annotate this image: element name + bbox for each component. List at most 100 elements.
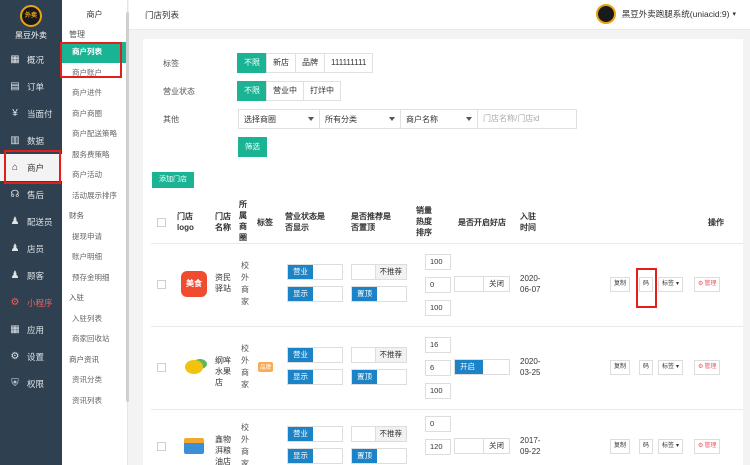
manage-button[interactable]: ⚙管理	[694, 439, 721, 454]
pin-toggle[interactable]: 置顶	[351, 369, 407, 385]
row-checkbox[interactable]	[157, 442, 166, 451]
good-store-toggle[interactable]: 开启	[454, 359, 510, 375]
sort-input[interactable]: 100	[425, 383, 451, 399]
status-filter-option[interactable]: 打烊中	[303, 81, 341, 101]
sort-input[interactable]: 100	[425, 300, 451, 316]
status-filter-option[interactable]: 不限	[237, 81, 267, 101]
sales-input[interactable]: 16	[425, 337, 451, 353]
qr-code-button[interactable]: 码	[639, 360, 654, 375]
sub-nav-item[interactable]: 服务费策略	[62, 145, 127, 166]
status-toggle[interactable]: 营业	[287, 426, 343, 442]
qr-code-button[interactable]: 码	[639, 439, 654, 454]
select-all-checkbox[interactable]	[157, 218, 166, 227]
status-toggle-on: 营业	[288, 265, 313, 279]
sub-nav-item[interactable]: 入驻列表	[62, 309, 127, 330]
nav-item-5[interactable]: ☊ 售后	[0, 181, 62, 208]
copy-button[interactable]: 复制	[610, 360, 631, 375]
status-toggle-on: 营业	[288, 427, 313, 441]
sub-group-news: 商户资讯	[69, 354, 99, 364]
tag-filter-option[interactable]: 不限	[237, 53, 267, 73]
sub-nav-item[interactable]: 商户账户	[62, 63, 127, 84]
nav-item-11[interactable]: ⚙ 设置	[0, 343, 62, 370]
sub-nav-item[interactable]: 预存金明细	[62, 268, 127, 289]
display-toggle[interactable]: 显示	[287, 286, 343, 302]
manage-button[interactable]: ⚙管理	[694, 360, 721, 375]
sub-nav-item[interactable]: 提现申请	[62, 227, 127, 248]
pin-toggle[interactable]: 置顶	[351, 286, 407, 302]
display-toggle-on: 显示	[288, 449, 313, 463]
sub-nav-item[interactable]: 资讯列表	[62, 391, 127, 412]
qr-code-button[interactable]: 码	[639, 277, 654, 292]
sub-nav-item[interactable]: 商户活动	[62, 165, 127, 186]
sub-nav-item[interactable]: 商户进件	[62, 83, 127, 104]
name-type-select[interactable]: 商户名称	[400, 109, 478, 129]
circle-select[interactable]: 选择商圈	[238, 109, 320, 129]
tag-filter-label: 标签	[163, 58, 179, 68]
good-store-toggle[interactable]: 关闭	[454, 276, 510, 292]
sales-input[interactable]: 0	[425, 416, 451, 432]
display-toggle[interactable]: 显示	[287, 369, 343, 385]
tag-filter-option[interactable]: 新店	[266, 53, 296, 73]
store-name[interactable]: 鑫物湃粮油店	[215, 434, 237, 465]
table-row: 纲哞水果店 校外商家 品牌 营业 显示 不推荐 置顶 16 6 100 开启 2020-03-25 复制…	[151, 326, 743, 409]
copy-button[interactable]: 复制	[610, 439, 631, 454]
recommend-toggle[interactable]: 不推荐	[351, 347, 407, 363]
search-input[interactable]: 门店名称/门店id	[477, 109, 577, 129]
filter-button[interactable]: 筛选	[238, 137, 267, 157]
gear-icon: ⚙	[698, 281, 704, 287]
row-checkbox[interactable]	[157, 280, 166, 289]
chart-icon: ▥	[10, 135, 20, 146]
nav-item-2[interactable]: ¥ 当面付	[0, 100, 62, 127]
nav-item-10[interactable]: ▦ 应用	[0, 316, 62, 343]
manage-button[interactable]: ⚙管理	[694, 277, 721, 292]
add-store-button[interactable]: 添加门店	[152, 172, 194, 188]
status-filter-option[interactable]: 营业中	[266, 81, 304, 101]
store-name[interactable]: 资民驿站	[215, 272, 237, 294]
nav-item-7[interactable]: ♟ 店员	[0, 235, 62, 262]
caret-down-icon	[466, 117, 472, 121]
nav-item-9[interactable]: ⚙ 小程序	[0, 289, 62, 316]
display-toggle[interactable]: 显示	[287, 448, 343, 464]
fruit-icon	[185, 360, 203, 374]
sub-nav-item[interactable]: 商户商圈	[62, 104, 127, 125]
sales-input[interactable]: 100	[425, 254, 451, 270]
nav-item-4[interactable]: ⌂ 商户	[0, 154, 62, 181]
row-checkbox[interactable]	[157, 363, 166, 372]
sub-nav-item[interactable]: 活动展示排序	[62, 186, 127, 207]
tag-dropdown-button[interactable]: 标签 ▾	[658, 277, 684, 292]
person-icon: ♟	[10, 243, 20, 254]
tag-filter-option[interactable]: 111111111	[324, 53, 374, 73]
sub-nav-item[interactable]: 账户明细	[62, 247, 127, 268]
nav-item-12[interactable]: ⛨ 权限	[0, 370, 62, 397]
sub-nav-item[interactable]: 资讯分类	[62, 370, 127, 391]
recommend-toggle[interactable]: 不推荐	[351, 426, 407, 442]
account-menu[interactable]: 黑豆外卖跑腿系统(uniacid:9) ▾	[595, 4, 736, 24]
good-store-toggle[interactable]: 关闭	[454, 438, 510, 454]
nav-item-3[interactable]: ▥ 数据	[0, 127, 62, 154]
heat-input[interactable]: 0	[425, 277, 451, 293]
status-toggle[interactable]: 营业	[287, 264, 343, 280]
tag-dropdown-button[interactable]: 标签 ▾	[658, 439, 684, 454]
tag-filter-option[interactable]: 品牌	[295, 53, 325, 73]
nav-item-1[interactable]: ▤ 订单	[0, 73, 62, 100]
nav-item-8[interactable]: ♟ 顾客	[0, 262, 62, 289]
sub-nav-item[interactable]: 商户配送策略	[62, 124, 127, 145]
sub-nav-item[interactable]: 商家回收站	[62, 329, 127, 350]
status-toggle[interactable]: 营业	[287, 347, 343, 363]
heat-input[interactable]: 120	[425, 439, 451, 455]
header-name: 门店名称	[215, 212, 231, 232]
manage-label: 管理	[704, 443, 717, 449]
copy-button[interactable]: 复制	[610, 277, 631, 292]
nav-item-6[interactable]: ♟ 配送员	[0, 208, 62, 235]
tag-dropdown-button[interactable]: 标签 ▾	[658, 360, 684, 375]
category-select[interactable]: 所有分类	[319, 109, 401, 129]
brand-badge: 品牌	[258, 362, 274, 372]
nav-item-0[interactable]: ▦ 概况	[0, 46, 62, 73]
pin-toggle[interactable]: 置顶	[351, 448, 407, 464]
store-name[interactable]: 纲哞水果店	[215, 355, 237, 388]
sub-nav-item[interactable]: 商户列表	[62, 42, 127, 63]
recommend-toggle[interactable]: 不推荐	[351, 264, 407, 280]
sub-sidebar-scrollbar[interactable]	[126, 12, 129, 402]
heat-input[interactable]: 6	[425, 360, 451, 376]
header-actions: 操作	[708, 218, 724, 227]
